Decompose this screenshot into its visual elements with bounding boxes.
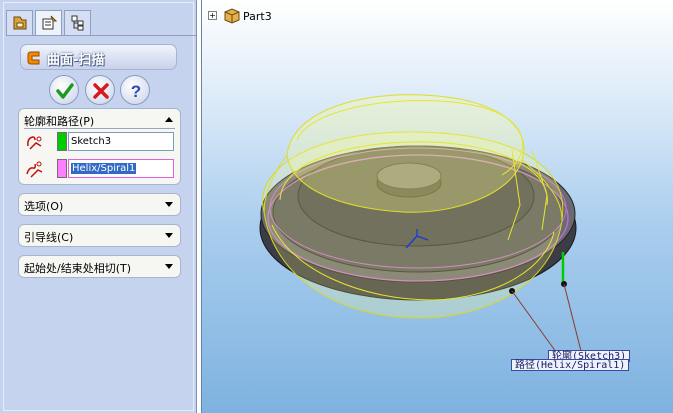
profile-selection-value: Sketch3 [71,136,112,147]
tab-property-manager[interactable] [35,10,62,36]
tab-feature-manager[interactable] [6,10,33,36]
sweep-preview-surface [262,94,564,319]
sweep-surface-icon [27,51,40,65]
profile-and-path-group: 轮廓和路径(P) Sketch3 Helix/Spiral1 [18,108,181,185]
help-button[interactable]: ? [120,75,150,105]
options-group[interactable]: 选项(O) [18,193,181,216]
feature-title: 曲面-扫描 [47,53,105,68]
feature-manager-icon [13,16,27,30]
path-callout[interactable]: 路径(Helix/Spiral1) [511,359,630,371]
collapse-arrow-icon[interactable] [165,117,173,122]
expand-arrow-icon[interactable] [165,202,173,207]
expand-arrow-icon[interactable] [165,264,173,269]
feature-header: 曲面-扫描 [20,44,177,70]
tree-expand-toggle[interactable]: + [208,11,217,20]
profile-leader-line [563,283,583,356]
property-manager-panel: 曲面-扫描 ? 轮廓和路径(P) Sketch3 Helix/Spiral1 选… [0,0,197,413]
tab-configuration-manager[interactable] [64,10,91,36]
path-selection-field[interactable]: Helix/Spiral1 [68,159,174,178]
graphics-area[interactable]: + Part3 轮廓(Sketch3) 路径(Helix/Spiral1) [201,0,673,413]
group-title-guide-curves: 引导线(C) [24,231,74,244]
group-title-tangency: 起始处/结束处相切(T) [24,262,132,275]
property-manager-icon [42,15,57,30]
part-icon[interactable] [223,8,241,24]
help-question-icon: ? [131,82,141,100]
profile-color-swatch [57,132,67,151]
expand-arrow-icon[interactable] [165,233,173,238]
profile-selection-icon [27,136,42,150]
svg-text:?: ? [131,82,141,100]
tangency-group[interactable]: 起始处/结束处相切(T) [18,255,181,278]
guide-curves-group[interactable]: 引导线(C) [18,224,181,247]
profile-selection-field[interactable]: Sketch3 [68,132,174,151]
tree-part-label[interactable]: Part3 [243,10,272,23]
ok-button[interactable] [49,75,79,105]
configuration-manager-icon [71,15,84,31]
group-title-profile-path: 轮廓和路径(P) [24,115,95,128]
cancel-x-icon [93,83,109,99]
path-selection-icon [26,161,43,178]
ok-check-icon [56,83,74,99]
manager-tabs [6,10,93,36]
path-selection-value: Helix/Spiral1 [71,163,137,174]
path-color-swatch [57,159,67,178]
group-title-options: 选项(O) [24,200,64,213]
cancel-button[interactable] [85,75,115,105]
